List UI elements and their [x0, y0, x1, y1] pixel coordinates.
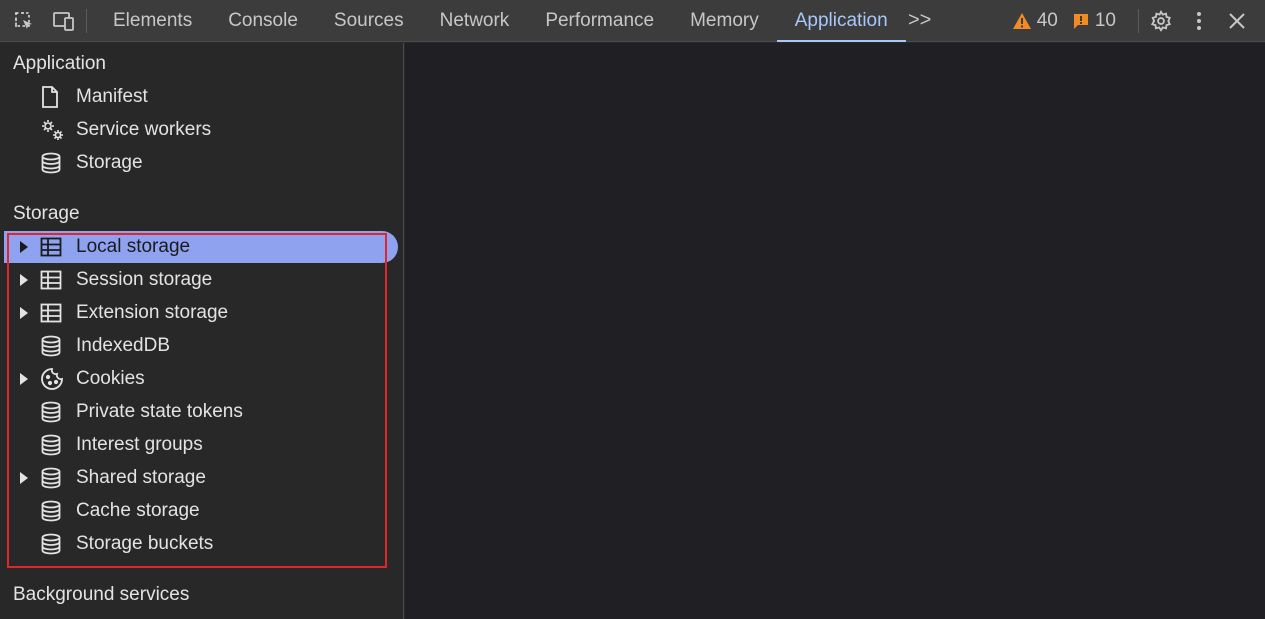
sidebar-item-label: Private state tokens	[76, 401, 243, 422]
sidebar-item-label: Cache storage	[76, 500, 200, 521]
expand-arrow-icon[interactable]	[4, 472, 38, 484]
sidebar-item-label: Extension storage	[76, 302, 229, 323]
sidebar-item-shared-storage[interactable]: Shared storage	[4, 462, 398, 494]
expand-arrow-icon[interactable]	[4, 241, 38, 253]
database-icon	[40, 499, 70, 523]
sidebar-item-label: Session storage	[76, 269, 213, 290]
database-icon	[40, 433, 70, 457]
issues-count: 10	[1094, 9, 1116, 31]
issue-icon	[1073, 13, 1088, 29]
database-icon	[40, 334, 70, 358]
database-icon	[40, 532, 70, 556]
tab-network[interactable]: Network	[422, 0, 528, 42]
sidebar-item-storage-buckets[interactable]: Storage buckets	[4, 528, 398, 560]
inspect-element-icon[interactable]	[10, 7, 38, 35]
sidebar-item-label: IndexedDB	[76, 335, 171, 356]
section-title-application: Application	[13, 53, 106, 74]
document-icon	[40, 85, 70, 109]
database-icon	[40, 466, 70, 490]
warning-icon	[1012, 12, 1031, 29]
settings-gear-icon[interactable]	[1147, 7, 1175, 35]
warnings-badge[interactable]: 40	[1012, 10, 1058, 32]
gears-icon	[40, 118, 70, 142]
tab-console[interactable]: Console	[210, 0, 316, 42]
section-title-storage: Storage	[13, 203, 80, 224]
sidebar-item-extension-storage[interactable]: Extension storage	[4, 297, 398, 329]
main-content-pane	[405, 43, 1265, 619]
tab-memory[interactable]: Memory	[672, 0, 777, 42]
sidebar-item-local-storage[interactable]: Local storage	[4, 231, 398, 263]
expand-arrow-icon[interactable]	[4, 373, 38, 385]
sidebar-item-private-state-tokens[interactable]: Private state tokens	[4, 396, 398, 428]
tab-sources[interactable]: Sources	[316, 0, 422, 42]
sidebar-item-cookies[interactable]: Cookies	[4, 363, 398, 395]
expand-arrow-icon[interactable]	[4, 274, 38, 286]
devtools-toolbar: Elements Console Sources Network Perform…	[0, 0, 1265, 42]
sidebar-item-label: Storage buckets	[76, 533, 214, 554]
sidebar-item-label: Cookies	[76, 368, 145, 389]
device-toolbar-icon[interactable]	[50, 7, 78, 35]
more-options-icon[interactable]	[1185, 7, 1213, 35]
sidebar-item-label: Service workers	[76, 119, 212, 140]
panel-tabs: Elements Console Sources Network Perform…	[95, 0, 906, 42]
section-title-background-services: Background services	[13, 584, 190, 605]
table-icon	[40, 235, 70, 259]
expand-arrow-icon[interactable]	[4, 307, 38, 319]
sidebar-item-manifest[interactable]: Manifest	[4, 81, 398, 113]
more-tabs-button[interactable]: >>	[906, 9, 934, 32]
sidebar-item-cache-storage[interactable]: Cache storage	[4, 495, 398, 527]
table-icon	[40, 301, 70, 325]
database-icon	[40, 151, 70, 175]
sidebar-item-label: Local storage	[76, 236, 191, 257]
sidebar-item-label: Shared storage	[76, 467, 206, 488]
sidebar-item-session-storage[interactable]: Session storage	[4, 264, 398, 296]
close-icon[interactable]	[1223, 7, 1251, 35]
sidebar-item-label: Interest groups	[76, 434, 203, 455]
sidebar-item-storage-overview[interactable]: Storage	[4, 147, 398, 179]
sidebar-item-label: Storage	[76, 152, 143, 173]
tab-performance[interactable]: Performance	[527, 0, 672, 42]
tab-elements[interactable]: Elements	[95, 0, 210, 42]
application-sidebar: Application Manifest Service workers Sto…	[0, 43, 404, 619]
sidebar-item-service-workers[interactable]: Service workers	[4, 114, 398, 146]
table-icon	[40, 268, 70, 292]
sidebar-item-interest-groups[interactable]: Interest groups	[4, 429, 398, 461]
sidebar-item-indexeddb[interactable]: IndexedDB	[4, 330, 398, 362]
database-icon	[40, 400, 70, 424]
sidebar-item-label: Manifest	[76, 86, 148, 107]
warnings-count: 40	[1036, 9, 1058, 31]
toolbar-separator	[86, 8, 87, 33]
toolbar-separator-right	[1138, 8, 1139, 33]
tab-application[interactable]: Application	[776, 0, 906, 42]
cookie-icon	[40, 367, 70, 391]
issues-badge[interactable]: 10	[1072, 10, 1116, 32]
